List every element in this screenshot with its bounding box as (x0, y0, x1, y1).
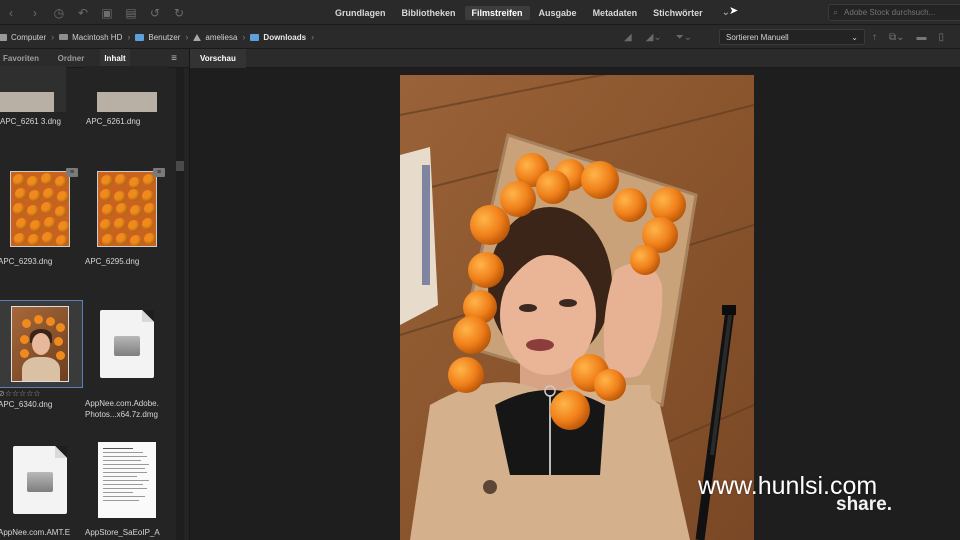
sliders-icon: ≡ (66, 168, 78, 177)
folder-icon (250, 33, 260, 41)
rating-filter-icon[interactable]: ◢⌄ (646, 32, 662, 43)
workspace-stichwoerter[interactable]: Stichwörter (646, 6, 710, 20)
tab-favoriten[interactable]: Favoriten (0, 49, 42, 68)
content-panel: Favoriten Ordner Inhalt ≡ APC_6261 3.dng… (0, 48, 190, 540)
crumb-ameliesa[interactable]: ameliesa › (193, 32, 250, 42)
tab-ordner[interactable]: Ordner (42, 49, 100, 68)
workspace-bibliotheken[interactable]: Bibliotheken (395, 6, 463, 20)
disk-image-icon (13, 446, 67, 514)
crumb-computer[interactable]: Computer › (0, 32, 59, 42)
chevron-right-icon: › (242, 32, 246, 42)
new-folder-icon[interactable]: ▬ (917, 32, 927, 43)
workspace-filmstreifen[interactable]: Filmstreifen (464, 5, 530, 20)
trash-icon[interactable]: ▯ (939, 32, 945, 43)
folder-icon (135, 33, 145, 41)
back-icon[interactable]: ‹ (4, 6, 18, 20)
crumb-benutzer[interactable]: Benutzer › (135, 32, 193, 42)
list-item[interactable]: AppNee.com.AMT.E (0, 437, 82, 538)
disk-image-icon (100, 310, 154, 378)
filter-tools: ◢ ◢⌄ ⏷⌄ (624, 29, 692, 45)
stock-search[interactable]: ⌕ (828, 4, 960, 21)
workspace-switcher: Grundlagen Bibliotheken Filmstreifen Aus… (328, 4, 734, 21)
forward-icon[interactable]: › (28, 6, 42, 20)
file-name: APC_6261 3.dng (0, 117, 61, 126)
watermark-overlay: share. (836, 494, 892, 515)
tab-inhalt[interactable]: Inhalt (100, 48, 130, 68)
document-thumbnail (98, 442, 156, 518)
view-tools: ↑ ⧉⌄ ▬ ▯ (872, 29, 944, 45)
panel-menu-icon[interactable]: ≡ (171, 53, 177, 64)
history-icon[interactable]: ◷ (52, 6, 66, 20)
rotate-cw-icon[interactable]: ↻ (172, 6, 186, 20)
workspace-metadaten[interactable]: Metadaten (586, 6, 645, 20)
refine-icon[interactable]: ▤ (124, 6, 138, 20)
funnel-icon[interactable]: ⏷⌄ (676, 32, 692, 43)
chevron-right-icon: › (311, 32, 315, 42)
search-icon: ⌕ (833, 7, 839, 17)
scrollbar-track[interactable] (176, 68, 184, 540)
breadcrumb: Computer › Macintosh HD › Benutzer › ame… (0, 25, 319, 49)
drive-icon (59, 34, 69, 40)
camera-icon[interactable]: ▣ (100, 6, 114, 20)
list-item[interactable]: AppStore_SaEoIP_A (85, 437, 169, 538)
file-name: APC_6293.dng (0, 257, 53, 266)
preview-image[interactable] (400, 75, 754, 540)
file-name: APC_6295.dng (85, 257, 140, 266)
rotate-ccw-icon[interactable]: ↺ (148, 6, 162, 20)
list-item[interactable]: ≡ APC_6295.dng (85, 166, 169, 267)
path-bar: Computer › Macintosh HD › Benutzer › ame… (0, 25, 960, 49)
list-item[interactable]: APC_6261.dng (85, 66, 169, 127)
nav-tools: ‹ › ◷ ↶ ▣ ▤ ↺ ↻ (4, 4, 186, 21)
chevron-right-icon: › (51, 32, 55, 42)
open-recent-icon[interactable]: ⧉⌄ (889, 32, 905, 43)
list-item[interactable]: ⊘☆☆☆☆☆ APC_6340.dng (0, 300, 83, 410)
sort-dropdown[interactable]: Sortieren Manuell ⌄ (719, 29, 865, 45)
crumb-macintosh-hd[interactable]: Macintosh HD › (59, 32, 135, 42)
photo-thumbnail (97, 171, 157, 247)
tab-vorschau[interactable]: Vorschau (190, 49, 246, 68)
preview-tabs: Vorschau (190, 49, 960, 68)
return-icon[interactable]: ↶ (76, 6, 90, 20)
home-icon (193, 33, 202, 41)
chevron-down-icon: ⌄ (851, 32, 858, 42)
crumb-downloads[interactable]: Downloads › (250, 32, 319, 42)
file-name: AppStore_SaEoIP_A (85, 528, 160, 537)
top-toolbar: ‹ › ◷ ↶ ▣ ▤ ↺ ↻ Grundlagen Bibliotheken … (0, 0, 960, 25)
rating-stars[interactable]: ⊘☆☆☆☆☆ (0, 389, 82, 398)
quality-filter-icon[interactable]: ◢ (624, 32, 632, 43)
preview-photo (400, 75, 754, 540)
chevron-right-icon: › (185, 32, 189, 42)
chevron-right-icon: › (127, 32, 131, 42)
list-item[interactable]: AppNee.com.Adobe. Photos...x64.7z.dmg (85, 301, 169, 420)
photo-thumbnail (11, 306, 69, 382)
file-name: APC_6261.dng (86, 117, 141, 126)
preview-panel: Vorschau www.hunlsi.com share. (190, 49, 960, 540)
file-name: APC_6340.dng (0, 400, 53, 409)
workspace-grundlagen[interactable]: Grundlagen (328, 6, 393, 20)
search-input[interactable] (844, 8, 945, 17)
sliders-icon: ≡ (153, 168, 165, 177)
scrollbar-thumb[interactable] (176, 161, 184, 171)
mouse-cursor-icon: ➤ (729, 5, 739, 17)
workspace-ausgabe[interactable]: Ausgabe (532, 6, 584, 20)
computer-icon (0, 33, 7, 41)
file-name: AppNee.com.AMT.E (0, 528, 71, 537)
file-name: AppNee.com.Adobe. Photos...x64.7z.dmg (85, 399, 159, 419)
sort-direction-icon[interactable]: ↑ (872, 32, 877, 43)
photo-thumbnail (10, 171, 70, 247)
list-item[interactable]: ≡ APC_6293.dng (0, 166, 82, 267)
list-item[interactable]: APC_6261 3.dng (0, 66, 66, 127)
